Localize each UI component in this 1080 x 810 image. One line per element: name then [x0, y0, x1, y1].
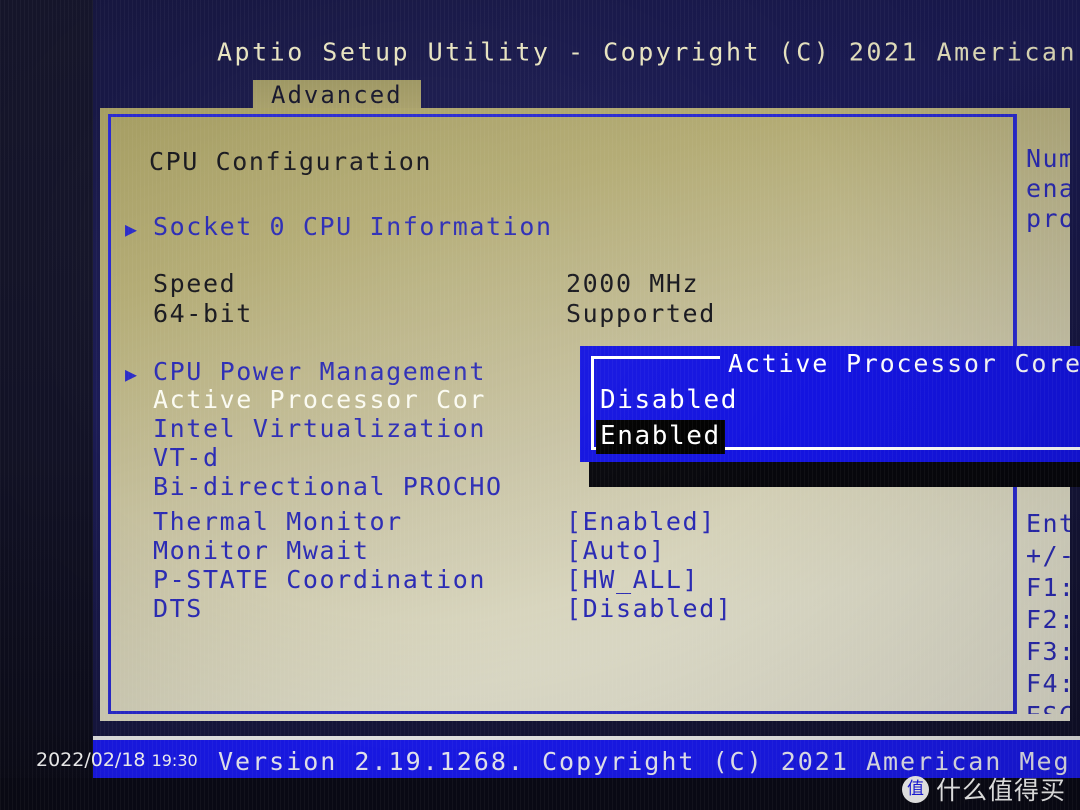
key-legend-line-1: Ente: [1026, 509, 1070, 538]
setting-label-intel-virtualization[interactable]: Intel Virtualization: [153, 414, 486, 443]
setting-label-bi-directional-procho[interactable]: Bi-directional PROCHO: [153, 472, 503, 501]
setting-label-monitor-mwait[interactable]: Monitor Mwait: [153, 536, 369, 565]
popup-option-enabled[interactable]: Enabled: [596, 420, 725, 454]
submenu-arrow-icon: ▶: [125, 362, 138, 386]
setting-value-p-state-coordination[interactable]: [HW_ALL]: [566, 565, 699, 594]
setting-label-cpu-power-management[interactable]: CPU Power Management: [153, 357, 486, 386]
watermark-text: 什么值得买: [935, 776, 1066, 805]
tab-advanced[interactable]: Advanced: [253, 80, 421, 110]
site-watermark: 值 什么值得买: [901, 771, 1066, 807]
timestamp-time: 19:30: [151, 751, 198, 770]
key-legend-line-3: F1:: [1026, 573, 1070, 602]
setting-value-64-bit[interactable]: Supported: [566, 299, 716, 328]
setting-label-vt-d[interactable]: VT-d: [153, 443, 220, 472]
help-line-3: proc: [1026, 204, 1070, 233]
setting-value-speed[interactable]: 2000 MHz: [566, 269, 699, 298]
section-title: CPU Configuration: [149, 147, 433, 176]
help-line-2: enab: [1026, 174, 1070, 203]
key-legend-line-2: +/-:: [1026, 541, 1070, 570]
bios-screen: Aptio Setup Utility - Copyright (C) 2021…: [93, 0, 1080, 778]
setting-label-dts[interactable]: DTS: [153, 594, 203, 623]
timestamp-date: 2022/02/18: [36, 749, 146, 771]
page-title: Aptio Setup Utility - Copyright (C) 2021…: [217, 37, 1080, 67]
monitor-bezel-left: [0, 0, 93, 810]
setting-label-active-processor-cor[interactable]: Active Processor Cor: [153, 385, 486, 414]
setting-value-monitor-mwait[interactable]: [Auto]: [566, 536, 666, 565]
key-legend-line-5: F3:: [1026, 637, 1070, 666]
photo-of-monitor: Aptio Setup Utility - Copyright (C) 2021…: [0, 0, 1080, 810]
tab-bar: Advanced: [93, 80, 1080, 110]
title-bar: Aptio Setup Utility - Copyright (C) 2021…: [93, 0, 1080, 80]
setting-label-speed[interactable]: Speed: [153, 269, 236, 298]
key-legend-line-4: F2:: [1026, 605, 1070, 634]
setting-label-socket-0-cpu-information[interactable]: Socket 0 CPU Information: [153, 212, 553, 241]
popup-option-disabled[interactable]: Disabled: [596, 384, 742, 418]
setting-label-thermal-monitor[interactable]: Thermal Monitor: [153, 507, 403, 536]
setting-label-64-bit[interactable]: 64-bit: [153, 299, 253, 328]
help-line-1: Numb: [1026, 144, 1070, 173]
watermark-badge-icon: 值: [901, 775, 929, 803]
submenu-arrow-icon: ▶: [125, 217, 138, 241]
camera-timestamp: 2022/02/18 19:30: [36, 749, 198, 771]
setting-value-thermal-monitor[interactable]: [Enabled]: [566, 507, 716, 536]
key-legend-line-7: ESC: [1026, 701, 1070, 714]
setting-value-dts[interactable]: [Disabled]: [566, 594, 733, 623]
key-legend-line-6: F4:: [1026, 669, 1070, 698]
popup-title: Active Processor Cores: [720, 350, 1080, 378]
active-processor-cores-dialog[interactable]: Active Processor Cores Disabled Enabled: [580, 346, 1080, 462]
setting-label-p-state-coordination[interactable]: P-STATE Coordination: [153, 565, 486, 594]
